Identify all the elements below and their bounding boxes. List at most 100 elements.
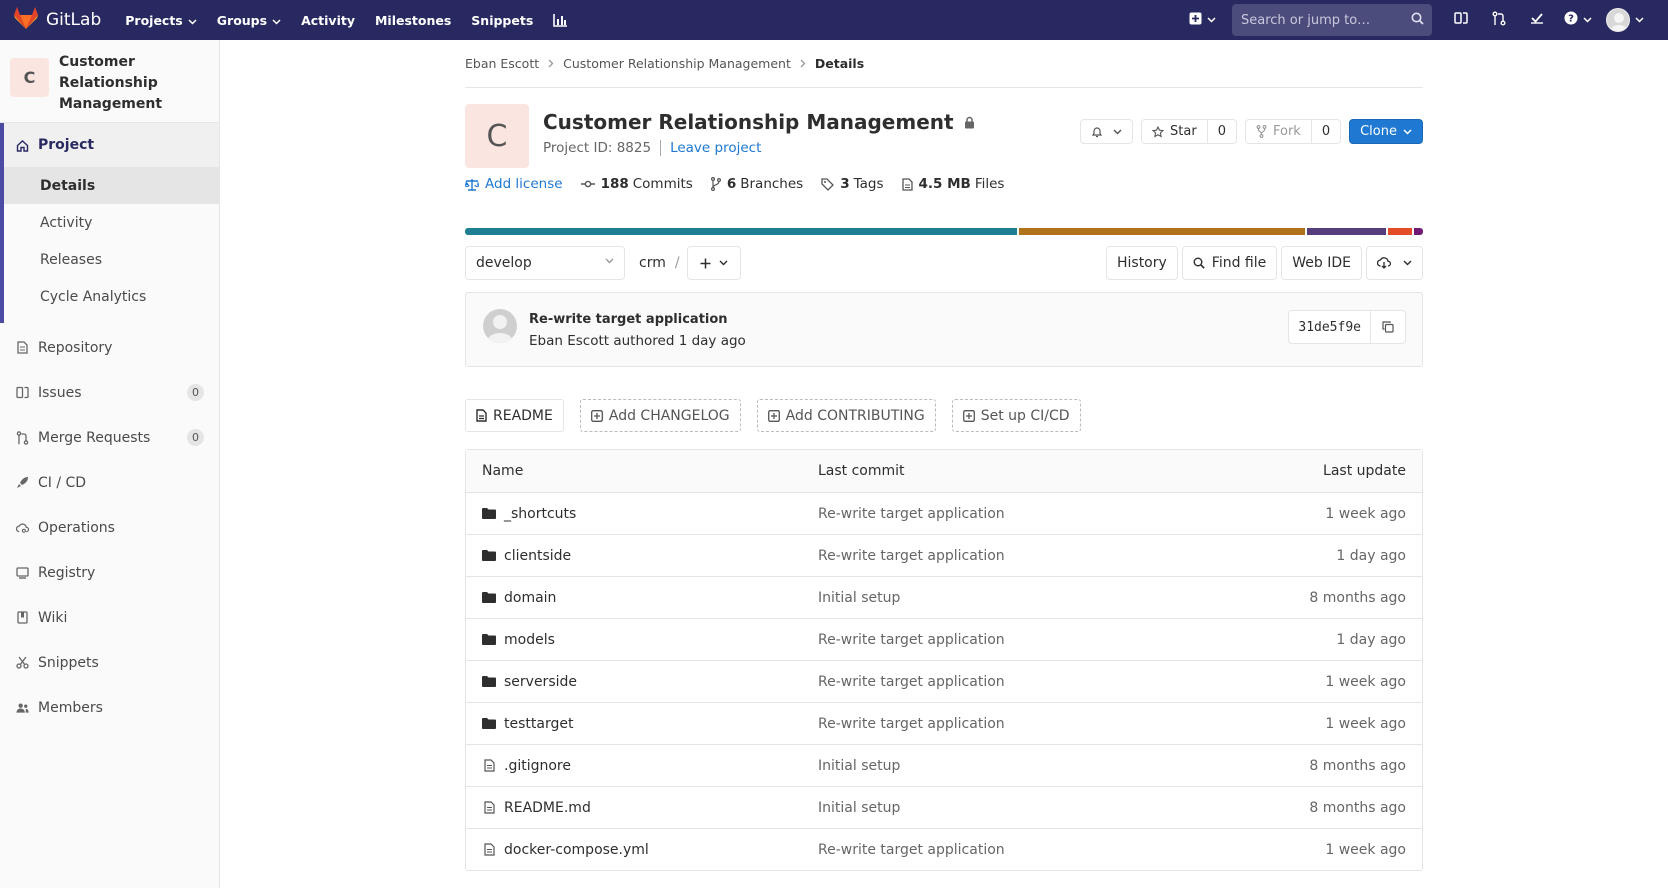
sidebar-subitem-details[interactable]: Details (4, 167, 219, 204)
sidebar-item-repository[interactable]: Repository (0, 325, 219, 370)
setup-ci-cd-button[interactable]: Set up CI/CD (951, 399, 1081, 432)
sidebar-item-operations[interactable]: Operations (0, 505, 219, 550)
file-name-link[interactable]: clientside (482, 548, 571, 564)
help-button[interactable]: ? (1556, 0, 1600, 40)
user-menu[interactable] (1606, 8, 1644, 32)
breadcrumb-project[interactable]: Customer Relationship Management (563, 56, 791, 71)
download-dropdown[interactable] (1366, 246, 1423, 280)
history-button[interactable]: History (1105, 246, 1178, 280)
language-segment[interactable] (1414, 228, 1424, 235)
add-to-tree-dropdown[interactable] (687, 246, 741, 280)
breadcrumb-current[interactable]: Details (815, 56, 864, 71)
nav-groups[interactable]: Groups (217, 13, 281, 28)
plus-square-icon (962, 409, 975, 422)
last-commit-link[interactable]: Initial setup (818, 758, 900, 774)
fork-count[interactable]: 0 (1310, 120, 1340, 143)
table-row[interactable]: README.md Initial setup 8 months ago (466, 786, 1422, 828)
file-name-link[interactable]: domain (482, 590, 556, 606)
table-row[interactable]: testtarget Re-write target application 1 w… (466, 702, 1422, 744)
sidebar-item-wiki[interactable]: Wiki (0, 595, 219, 640)
table-row[interactable]: docker-compose.yml Re-write target applic… (466, 828, 1422, 870)
help-icon: ? (1564, 11, 1578, 29)
nav-projects[interactable]: Projects (125, 13, 197, 28)
sidebar-item-project[interactable]: Project (4, 123, 219, 167)
table-row[interactable]: models Re-write target application 1 day a… (466, 618, 1422, 660)
breadcrumb-owner[interactable]: Eban Escott (465, 56, 539, 71)
commits-stat[interactable]: 188 Commits (580, 176, 693, 192)
issues-nav-button[interactable] (1442, 0, 1480, 40)
web-ide-button[interactable]: Web IDE (1281, 246, 1362, 280)
commit-sha[interactable]: 31de5f9e (1289, 311, 1371, 343)
add-license-link[interactable]: Add license (465, 176, 563, 192)
last-update-time: 1 week ago (1325, 673, 1406, 690)
star-count[interactable]: 0 (1206, 120, 1236, 143)
notification-dropdown[interactable] (1080, 119, 1134, 144)
sidebar-item-issues[interactable]: Issues 0 (0, 370, 219, 415)
sidebar-item-snippets[interactable]: Snippets (0, 640, 219, 685)
last-commit-link[interactable]: Re-write target application (818, 674, 1005, 690)
commit-title-link[interactable]: Re-write target application (529, 312, 728, 327)
search-input[interactable] (1241, 12, 1411, 28)
merge-requests-nav-button[interactable] (1480, 0, 1518, 40)
sidebar-subitem-cycle-analytics[interactable]: Cycle Analytics (4, 278, 219, 315)
find-file-button[interactable]: Find file (1181, 246, 1278, 280)
table-row[interactable]: clientside Re-write target application 1 d… (466, 534, 1422, 576)
file-name: domain (504, 589, 557, 606)
table-row[interactable]: _shortcuts Re-write target application 1 w… (466, 492, 1422, 534)
table-row[interactable]: domain Initial setup 8 months ago (466, 576, 1422, 618)
file-name-link[interactable]: serverside (482, 674, 577, 690)
last-commit-link[interactable]: Re-write target application (818, 716, 1005, 732)
file-name-link[interactable]: README.md (482, 800, 591, 816)
sidebar-item-registry[interactable]: Registry (0, 550, 219, 595)
branches-stat[interactable]: 6 Branches (710, 176, 803, 192)
last-commit-link[interactable]: Initial setup (818, 590, 900, 606)
sidebar-item-label: Project (38, 137, 95, 153)
files-stat[interactable]: 4.5 MB Files (901, 176, 1004, 192)
add-contributing-button[interactable]: Add CONTRIBUTING (756, 399, 936, 432)
language-segment[interactable] (1018, 228, 1305, 235)
plus-square-icon (767, 409, 780, 422)
file-name-link[interactable]: testtarget (482, 716, 573, 732)
last-commit-link[interactable]: Re-write target application (818, 506, 1005, 522)
last-commit-link[interactable]: Initial setup (818, 800, 900, 816)
nav-milestones[interactable]: Milestones (375, 13, 451, 28)
table-row[interactable]: serverside Re-write target application 1 w… (466, 660, 1422, 702)
tags-stat[interactable]: 3 Tags (821, 176, 884, 192)
fork-button[interactable]: Fork (1246, 120, 1311, 143)
file-name-link[interactable]: _shortcuts (482, 506, 576, 522)
top-navbar: GitLab Projects Groups Activity Mileston… (0, 0, 1668, 40)
clone-button[interactable]: Clone (1349, 119, 1423, 144)
path-root-link[interactable]: crm (639, 255, 666, 271)
chevron-down-icon (188, 13, 197, 28)
language-segment[interactable] (1306, 228, 1386, 235)
add-changelog-button[interactable]: Add CHANGELOG (579, 399, 741, 432)
sidebar-item-ci-cd[interactable]: CI / CD (0, 460, 219, 505)
readme-button[interactable]: README (465, 399, 564, 432)
repository-languages-bar[interactable] (465, 228, 1424, 235)
sidebar-item-merge-requests[interactable]: Merge Requests 0 (0, 415, 219, 460)
table-row[interactable]: .gitignore Initial setup 8 months ago (466, 744, 1422, 786)
sidebar-item-members[interactable]: Members (0, 685, 219, 730)
gitlab-home-link[interactable]: GitLab (14, 0, 101, 40)
copy-sha-button[interactable] (1371, 311, 1405, 343)
language-segment[interactable] (465, 228, 1017, 235)
last-commit-link[interactable]: Re-write target application (818, 842, 1005, 858)
leave-project-link[interactable]: Leave project (670, 140, 761, 156)
branch-selector[interactable]: develop (465, 246, 625, 280)
sidebar-subitem-releases[interactable]: Releases (4, 241, 219, 278)
sidebar-context-header[interactable]: C Customer Relationship Management (0, 40, 219, 123)
file-name-link[interactable]: docker-compose.yml (482, 842, 649, 858)
add-contributing-label: Add CONTRIBUTING (785, 407, 925, 424)
nav-snippets[interactable]: Snippets (471, 13, 533, 28)
todos-nav-button[interactable] (1518, 0, 1556, 40)
language-segment[interactable] (1387, 228, 1413, 235)
last-commit-link[interactable]: Re-write target application (818, 632, 1005, 648)
file-name-link[interactable]: .gitignore (482, 758, 571, 774)
file-name-link[interactable]: models (482, 632, 555, 648)
sidebar-subitem-activity[interactable]: Activity (4, 204, 219, 241)
star-button[interactable]: Star (1142, 120, 1207, 143)
last-commit-link[interactable]: Re-write target application (818, 548, 1005, 564)
chart-icon[interactable] (553, 13, 568, 27)
new-item-button[interactable] (1180, 0, 1224, 40)
nav-activity[interactable]: Activity (301, 13, 355, 28)
